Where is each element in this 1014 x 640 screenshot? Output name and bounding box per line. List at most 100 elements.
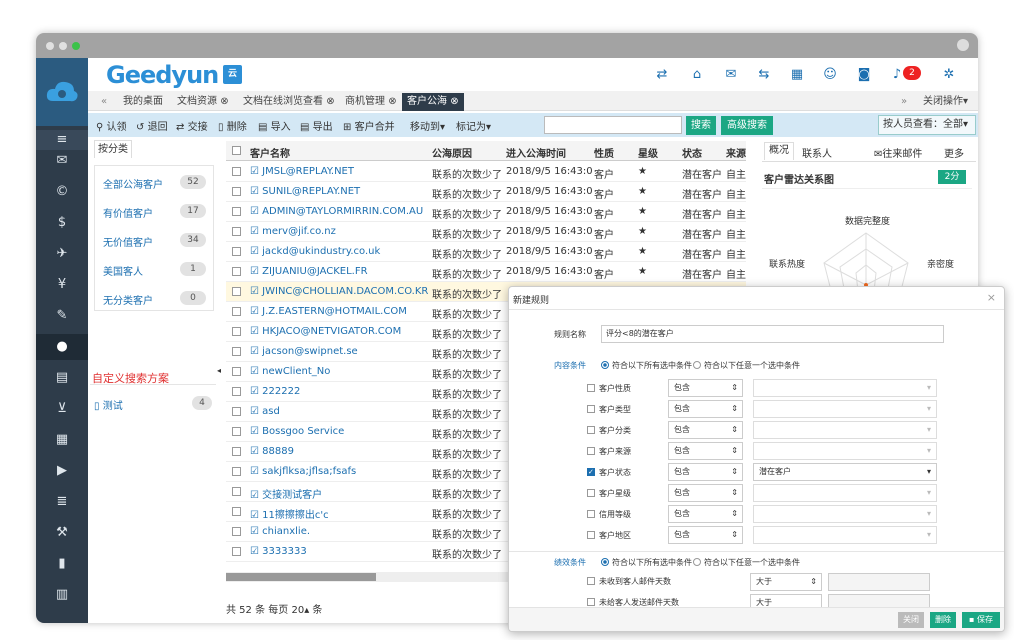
edit-icon[interactable]: ☑: [250, 366, 262, 377]
col-header-type[interactable]: 性质: [594, 145, 614, 160]
customer-name-link[interactable]: ☑ 88889: [250, 446, 428, 457]
delete-button[interactable]: 删除: [930, 612, 956, 628]
maximize-dot[interactable]: [72, 42, 80, 50]
row-checkbox[interactable]: [232, 447, 241, 456]
menu-toggle-icon[interactable]: ≡: [36, 130, 88, 150]
handover-button[interactable]: ⇄ 交接: [176, 118, 208, 133]
users-icon[interactable]: ☺: [821, 66, 839, 84]
gavel-icon[interactable]: ⚒: [36, 523, 88, 543]
condition-op-select[interactable]: 包含 ⇕: [668, 379, 743, 397]
perf-op-select[interactable]: 大于 ⇕: [750, 573, 822, 591]
row-checkbox[interactable]: [232, 487, 241, 496]
row-checkbox[interactable]: [232, 227, 241, 236]
customer-name-link[interactable]: ☑ 222222: [250, 386, 428, 397]
edit-icon[interactable]: ☑: [250, 546, 262, 557]
rss-icon[interactable]: ◙: [855, 66, 873, 84]
table-row[interactable]: ☑ ZIJUANIU@JACKEL.FR 联系的次数少了 2018/9/5 16:4…: [226, 262, 746, 282]
col-header-status[interactable]: 状态: [682, 145, 702, 160]
customer-name-link[interactable]: ☑ J.Z.EASTERN@HOTMAIL.COM: [250, 306, 428, 317]
play-icon[interactable]: ▶: [36, 461, 88, 481]
tab-overview[interactable]: 概况: [764, 142, 794, 160]
tab-customer-pool[interactable]: 客户公海 ⊗: [402, 93, 464, 111]
row-checkbox[interactable]: [232, 247, 241, 256]
edit-icon[interactable]: ☑: [250, 386, 262, 397]
col-header-source[interactable]: 来源: [726, 145, 746, 160]
condition-checkbox[interactable]: [587, 405, 595, 413]
import-button[interactable]: ▤ 导入: [258, 118, 291, 133]
close-icon[interactable]: ×: [987, 291, 996, 304]
condition-value-select[interactable]: ▾: [753, 505, 937, 523]
cart-icon[interactable]: ⊻: [36, 399, 88, 419]
customer-icon[interactable]: ●: [36, 334, 88, 360]
tab-prev-icon[interactable]: «: [96, 93, 112, 111]
customer-name-link[interactable]: ☑ 11擦擦擦出c'c: [250, 506, 428, 521]
customer-name-link[interactable]: ☑ chianxlie.: [250, 526, 428, 537]
row-checkbox[interactable]: [232, 527, 241, 536]
customer-name-link[interactable]: ☑ HKJACO@NETVIGATOR.COM: [250, 326, 428, 337]
condition-checkbox[interactable]: [587, 489, 595, 497]
edit-icon[interactable]: ☑: [250, 286, 262, 297]
condition-op-select[interactable]: 包含 ⇕: [668, 400, 743, 418]
edit-icon[interactable]: ☑: [250, 186, 262, 197]
customer-name-link[interactable]: ☑ Bossgoo Service: [250, 426, 428, 437]
customer-name-link[interactable]: ☑ merv@jif.co.nz: [250, 226, 428, 237]
perf-days-input[interactable]: [828, 594, 930, 608]
condition-op-select[interactable]: 包含 ⇕: [668, 463, 743, 481]
condition-checkbox[interactable]: [587, 531, 595, 539]
condition-value-select[interactable]: ▾: [753, 484, 937, 502]
caret-up-icon[interactable]: ▴: [304, 605, 309, 616]
condition-value-select[interactable]: ▾: [753, 379, 937, 397]
customer-name-link[interactable]: ☑ newClient_No: [250, 366, 428, 377]
customer-name-link[interactable]: ☑ jackd@ukindustry.co.uk: [250, 246, 428, 257]
edit-icon[interactable]: ☑: [250, 510, 262, 521]
notification-badge[interactable]: 2: [903, 66, 921, 80]
row-checkbox[interactable]: [232, 287, 241, 296]
edit-icon[interactable]: ☑: [250, 406, 262, 417]
col-header-reason[interactable]: 公海原因: [432, 145, 472, 160]
customer-name-link[interactable]: ☑ JMSL@REPLAY.NET: [250, 166, 428, 177]
perf-checkbox[interactable]: [587, 598, 595, 606]
condition-value-select[interactable]: 潜在客户 ▾: [753, 463, 937, 481]
plane-icon[interactable]: ✈: [36, 244, 88, 264]
chart-icon[interactable]: ▥: [36, 585, 88, 605]
table-row[interactable]: ☑ ADMIN@TAYLORMIRRIN.COM.AU 联系的次数少了 2018/9…: [226, 202, 746, 222]
perf-radio-any[interactable]: [693, 558, 701, 566]
database-icon[interactable]: ≣: [36, 492, 88, 512]
row-checkbox[interactable]: [232, 187, 241, 196]
tab-next-icon[interactable]: »: [896, 93, 912, 111]
perf-radio-all[interactable]: [601, 558, 609, 566]
col-header-name[interactable]: 客户名称: [250, 145, 290, 160]
sync-icon[interactable]: ⇄: [653, 66, 671, 84]
edit-icon[interactable]: ☑: [250, 526, 262, 537]
condition-checkbox[interactable]: [587, 510, 595, 518]
condition-value-select[interactable]: ▾: [753, 400, 937, 418]
settings-gear-icon[interactable]: ✲: [940, 66, 958, 84]
row-checkbox[interactable]: [232, 207, 241, 216]
copyright-icon[interactable]: ©: [36, 182, 88, 202]
table-row[interactable]: ☑ merv@jif.co.nz 联系的次数少了 2018/9/5 16:43:05…: [226, 222, 746, 242]
row-checkbox[interactable]: [232, 267, 241, 276]
customer-name-link[interactable]: ☑ 交接测试客户: [250, 486, 428, 501]
condition-checkbox[interactable]: [587, 426, 595, 434]
edit-icon[interactable]: ✎: [36, 306, 88, 326]
save-button[interactable]: ▪ 保存: [962, 612, 1000, 628]
edit-icon[interactable]: ☑: [250, 306, 262, 317]
condition-value-select[interactable]: ▾: [753, 442, 937, 460]
tab-by-category[interactable]: 按分类: [94, 140, 132, 158]
row-checkbox[interactable]: [232, 507, 241, 516]
tab-contacts[interactable]: 联系人: [802, 145, 832, 160]
edit-icon[interactable]: ☑: [250, 266, 262, 277]
tab-opportunity[interactable]: 商机管理 ⊗: [340, 93, 402, 111]
map-icon[interactable]: ▤: [36, 368, 88, 388]
search-button[interactable]: 搜索: [686, 116, 716, 135]
row-checkbox[interactable]: [232, 427, 241, 436]
collapse-arrow-icon[interactable]: ◂: [217, 366, 225, 375]
customer-name-link[interactable]: ☑ JWINC@CHOLLIAN.DACOM.CO.KR: [250, 286, 428, 297]
select-all-checkbox[interactable]: [232, 146, 241, 155]
move-to-dropdown[interactable]: 移动到▾: [410, 118, 445, 133]
scrollbar-thumb[interactable]: [226, 573, 376, 581]
mark-as-dropdown[interactable]: 标记为▾: [456, 118, 491, 133]
customer-name-link[interactable]: ☑ ZIJUANIU@JACKEL.FR: [250, 266, 428, 277]
customer-name-link[interactable]: ☑ jacson@swipnet.se: [250, 346, 428, 357]
tab-close-icon[interactable]: ⊗: [450, 96, 458, 107]
